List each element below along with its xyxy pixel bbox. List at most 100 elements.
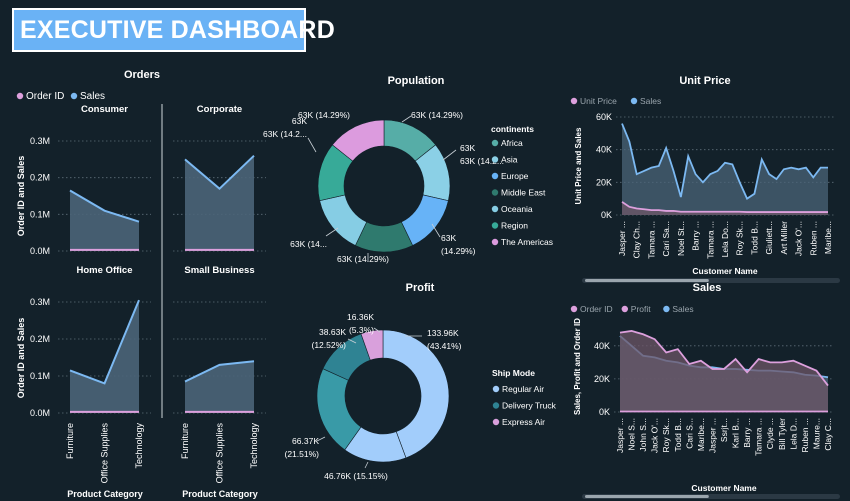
slice-label: 66.37K: [292, 436, 319, 446]
y-tick-label: 0.0M: [30, 246, 50, 256]
legend-marker: [491, 189, 499, 196]
legend-item-oceania[interactable]: Oceania: [501, 204, 533, 214]
x-tick-label: Clyde ...: [765, 418, 775, 449]
x-tick-label: Barry ...: [691, 221, 701, 251]
x-tick-label: Bill Tyler: [777, 418, 787, 450]
leader-line: [401, 115, 412, 123]
sales-area: [185, 155, 254, 251]
y-tick-label: 0.3M: [30, 297, 50, 307]
y-tick-label: 40K: [596, 145, 612, 155]
slice-label: 16.36K: [347, 312, 374, 322]
x-axis-title: Product Category: [67, 489, 143, 499]
slice-label: 63K (14.29%): [411, 110, 463, 120]
x-tick-label: Lela D...: [788, 418, 798, 450]
x-tick-label: Ruben ...: [800, 418, 810, 453]
population-title: Population: [388, 75, 445, 87]
y-tick-label: 0.0M: [30, 408, 50, 418]
legend-sales-label: Sales: [80, 91, 105, 102]
slice-label: 63K (14...: [290, 239, 327, 249]
y-tick-label: 20K: [596, 177, 612, 187]
y-tick-label: 20K: [594, 374, 610, 384]
y-tick-label: 0.3M: [30, 136, 50, 146]
legend-label: Sales: [640, 96, 661, 106]
legend-item-africa[interactable]: Africa: [501, 138, 523, 148]
y-tick-label: 0.1M: [30, 209, 50, 219]
x-tick-label: Todd B...: [673, 418, 683, 452]
scrollbar-thumb[interactable]: [585, 495, 709, 498]
x-tick-label: Maribe...: [823, 221, 833, 254]
x-tick-label: Clay Ch...: [632, 221, 642, 258]
slice-label: 63K (14.2...: [263, 129, 307, 139]
legend-sales-marker: [70, 92, 78, 100]
segment-title: Consumer: [81, 104, 128, 115]
x-tick-label: Jasper ...: [615, 418, 625, 453]
profit-legend-title: Ship Mode: [492, 368, 535, 378]
chart-title: Sales: [693, 282, 722, 294]
y-tick-label: 40K: [594, 341, 610, 351]
slice-label: (14.29%): [441, 246, 476, 256]
segment-title: Corporate: [197, 104, 242, 115]
y-tick-label: 0K: [599, 407, 610, 417]
x-tick-label: Tamara ...: [754, 418, 764, 456]
y-axis-title: Sales, Profit and Order ID: [573, 318, 582, 415]
x-tick-label: Roy Sk...: [735, 221, 745, 255]
legend-marker: [491, 205, 499, 213]
x-tick-label: Art Miller: [779, 221, 789, 255]
x-tick-label: Ruben ...: [808, 221, 818, 256]
y-tick-label: 0.2M: [30, 334, 50, 344]
legend-label: Sales: [672, 304, 693, 314]
slice-label: 63K (14.29%): [298, 110, 350, 120]
orders-title: Orders: [124, 69, 160, 81]
legend-item-region[interactable]: Region: [501, 221, 528, 231]
x-tick-label: John S...: [638, 418, 648, 452]
legend-marker: [630, 97, 638, 105]
legend-marker: [491, 238, 499, 246]
y-axis-title: Order ID and Sales: [16, 318, 26, 399]
sales-area: [185, 361, 254, 413]
profit-title: Profit: [406, 282, 435, 294]
legend-item-europe[interactable]: Europe: [501, 171, 529, 181]
x-axis-title: Product Category: [182, 489, 258, 499]
x-tick-label: Office Supplies: [215, 423, 225, 484]
y-axis-title: Order ID and Sales: [16, 156, 26, 237]
legend-marker: [491, 156, 499, 163]
legend-item-the-americas[interactable]: The Americas: [501, 237, 553, 247]
x-tick-label: Giuliett...: [764, 221, 774, 255]
x-tick-label: Noel S...: [627, 418, 637, 451]
slice-label: (21.51%): [285, 449, 320, 459]
leader-line: [442, 149, 457, 161]
legend-item-delivery-truck[interactable]: Delivery Truck: [502, 401, 557, 411]
legend-label: Profit: [631, 304, 651, 314]
x-tick-label: Office Supplies: [100, 423, 110, 484]
x-tick-label: Maure...: [811, 418, 821, 449]
x-tick-label: Clay C...: [823, 418, 833, 451]
population-legend-title: continents: [491, 124, 534, 134]
legend-marker: [492, 385, 500, 393]
legend-label: Order ID: [580, 304, 613, 314]
legend-item-express-air[interactable]: Express Air: [502, 417, 545, 427]
x-tick-label: Technology: [134, 423, 144, 469]
x-tick-label: Barry ...: [742, 418, 752, 448]
legend-marker: [492, 402, 500, 409]
segment-title: Small Business: [184, 265, 254, 276]
x-tick-label: Ssrjt...: [719, 418, 729, 442]
scrollbar-thumb[interactable]: [585, 279, 709, 282]
legend-marker: [570, 97, 578, 105]
x-tick-label: Jack O'...: [650, 418, 660, 453]
y-tick-label: 60K: [596, 112, 612, 122]
slice-label: (5.3%): [349, 325, 374, 335]
x-tick-label: Furniture: [180, 423, 190, 459]
x-tick-label: Tamara ...: [646, 221, 656, 259]
legend-item-regular-air[interactable]: Regular Air: [502, 384, 544, 394]
legend-marker: [491, 139, 499, 147]
legend-item-middle-east[interactable]: Middle East: [501, 188, 546, 198]
y-tick-label: 0.2M: [30, 173, 50, 183]
slice-label: (12.52%): [312, 340, 347, 350]
y-axis-title: Unit Price and Sales: [574, 127, 583, 204]
legend-item-asia[interactable]: Asia: [501, 155, 518, 165]
x-tick-label: Lela Do...: [720, 221, 730, 257]
x-tick-label: Jasper ...: [707, 418, 717, 453]
slice-label: 38.63K: [319, 327, 346, 337]
x-tick-label: Cari Sa...: [661, 221, 671, 256]
x-axis-title: Customer Name: [691, 483, 756, 493]
